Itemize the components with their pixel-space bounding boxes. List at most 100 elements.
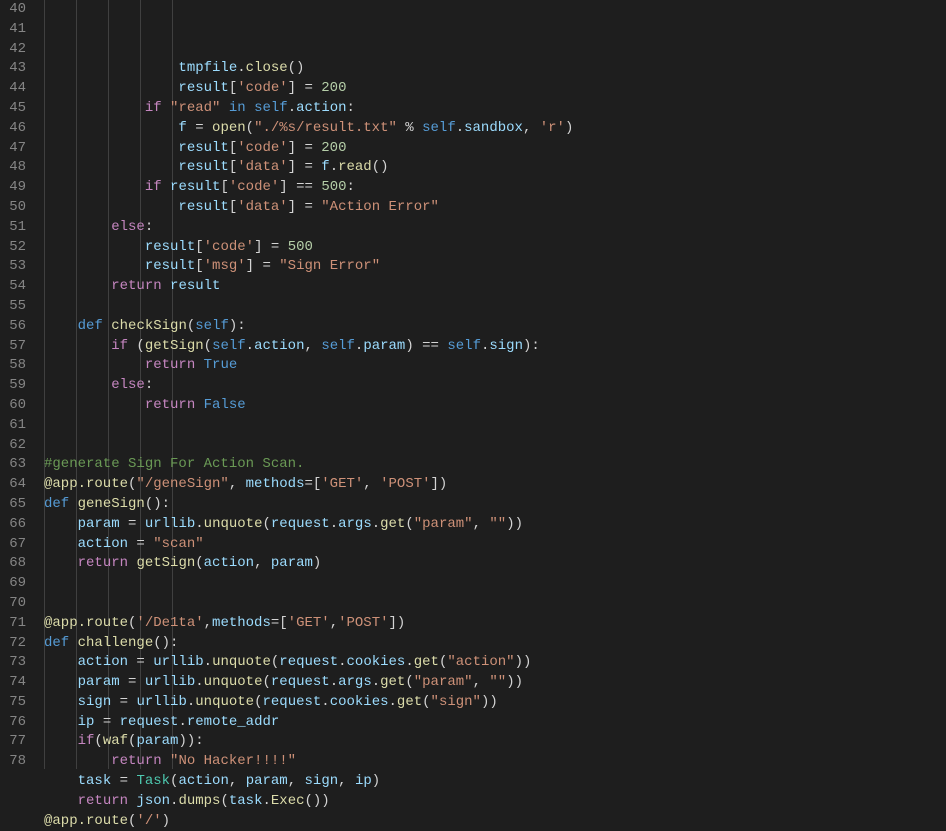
code-line[interactable]: ip = request.remote_addr bbox=[44, 713, 946, 733]
token-str: "param" bbox=[414, 674, 473, 690]
line-number: 57 bbox=[0, 337, 26, 357]
code-line[interactable]: if result['code'] == 500: bbox=[44, 178, 946, 198]
line-number: 67 bbox=[0, 535, 26, 555]
code-line[interactable]: else: bbox=[44, 218, 946, 238]
token-plain bbox=[162, 100, 170, 116]
code-line[interactable]: return getSign(action, param) bbox=[44, 554, 946, 574]
line-number: 58 bbox=[0, 356, 26, 376]
code-line[interactable]: #generate Sign For Action Scan. bbox=[44, 455, 946, 475]
token-var: remote_addr bbox=[187, 714, 279, 730]
token-plain: . bbox=[372, 674, 380, 690]
code-line[interactable]: @app.route('/') bbox=[44, 812, 946, 831]
code-line[interactable]: return False bbox=[44, 396, 946, 416]
token-plain: ) bbox=[565, 120, 573, 136]
line-number: 66 bbox=[0, 515, 26, 535]
token-var: param bbox=[78, 674, 120, 690]
code-editor[interactable]: 4041424344454647484950515253545556575859… bbox=[0, 0, 946, 769]
code-line[interactable]: param = urllib.unquote(request.args.get(… bbox=[44, 673, 946, 693]
code-line[interactable]: if(waf(param)): bbox=[44, 732, 946, 752]
token-str: "./%s/result.txt" bbox=[254, 120, 397, 136]
code-line[interactable]: if (getSign(self.action, self.param) == … bbox=[44, 337, 946, 357]
token-str: "param" bbox=[414, 516, 473, 532]
line-number: 69 bbox=[0, 574, 26, 594]
token-plain bbox=[162, 278, 170, 294]
token-var: sandbox bbox=[464, 120, 523, 136]
code-line[interactable] bbox=[44, 436, 946, 456]
token-var: param bbox=[78, 516, 120, 532]
code-line[interactable]: result['data'] = f.read() bbox=[44, 158, 946, 178]
token-fn: @app.route bbox=[44, 813, 128, 829]
token-plain: , bbox=[473, 516, 490, 532]
token-str: 'code' bbox=[237, 80, 287, 96]
token-str: "Action Error" bbox=[321, 199, 439, 215]
token-plain: , bbox=[523, 120, 540, 136]
token-var: request bbox=[279, 654, 338, 670]
code-area[interactable]: tmpfile.close() result['code'] = 200 if … bbox=[44, 0, 946, 769]
token-kw2: return bbox=[111, 753, 161, 769]
line-number: 76 bbox=[0, 713, 26, 733]
token-var: action bbox=[296, 100, 346, 116]
token-plain: , bbox=[363, 476, 380, 492]
code-line[interactable]: return "No Hacker!!!!" bbox=[44, 752, 946, 772]
code-line[interactable]: result['code'] = 200 bbox=[44, 139, 946, 159]
code-line[interactable]: task = Task(action, param, sign, ip) bbox=[44, 772, 946, 792]
token-plain: . bbox=[262, 793, 270, 809]
code-line[interactable] bbox=[44, 416, 946, 436]
token-plain: = bbox=[111, 773, 136, 789]
token-plain bbox=[103, 318, 111, 334]
code-line[interactable]: param = urllib.unquote(request.args.get(… bbox=[44, 515, 946, 535]
token-var: action bbox=[204, 555, 254, 571]
line-number: 60 bbox=[0, 396, 26, 416]
code-line[interactable]: result['msg'] = "Sign Error" bbox=[44, 257, 946, 277]
token-plain: ( bbox=[195, 555, 203, 571]
code-line[interactable]: result['code'] = 200 bbox=[44, 79, 946, 99]
token-str: 'GET' bbox=[288, 615, 330, 631]
token-num: 200 bbox=[321, 140, 346, 156]
line-number: 42 bbox=[0, 40, 26, 60]
token-plain: [ bbox=[229, 140, 237, 156]
token-str: "No Hacker!!!!" bbox=[170, 753, 296, 769]
token-var: result bbox=[170, 278, 220, 294]
code-line[interactable]: sign = urllib.unquote(request.cookies.ge… bbox=[44, 693, 946, 713]
token-var: args bbox=[338, 516, 372, 532]
code-line[interactable]: f = open("./%s/result.txt" % self.sandbo… bbox=[44, 119, 946, 139]
token-plain: ( bbox=[187, 318, 195, 334]
code-line[interactable]: def checkSign(self): bbox=[44, 317, 946, 337]
token-plain: . bbox=[195, 516, 203, 532]
code-line[interactable]: action = urllib.unquote(request.cookies.… bbox=[44, 653, 946, 673]
token-var: urllib bbox=[153, 654, 203, 670]
code-line[interactable]: return True bbox=[44, 356, 946, 376]
line-number: 52 bbox=[0, 238, 26, 258]
code-line[interactable]: return result bbox=[44, 277, 946, 297]
token-plain bbox=[69, 496, 77, 512]
token-var: param bbox=[246, 773, 288, 789]
code-line[interactable]: else: bbox=[44, 376, 946, 396]
code-line[interactable]: def challenge(): bbox=[44, 634, 946, 654]
token-fn: getSign bbox=[145, 338, 204, 354]
code-line[interactable]: result['data'] = "Action Error" bbox=[44, 198, 946, 218]
code-line[interactable]: result['code'] = 500 bbox=[44, 238, 946, 258]
line-number: 50 bbox=[0, 198, 26, 218]
token-var: action bbox=[254, 338, 304, 354]
token-var: action bbox=[78, 536, 128, 552]
token-plain: , bbox=[305, 338, 322, 354]
token-kw2: return bbox=[78, 555, 128, 571]
code-line[interactable]: def geneSign(): bbox=[44, 495, 946, 515]
code-line[interactable]: return json.dumps(task.Exec()) bbox=[44, 792, 946, 812]
code-line[interactable]: tmpfile.close() bbox=[44, 59, 946, 79]
code-line[interactable] bbox=[44, 574, 946, 594]
code-line[interactable] bbox=[44, 297, 946, 317]
code-line[interactable] bbox=[44, 594, 946, 614]
token-fn: close bbox=[246, 60, 288, 76]
code-line[interactable]: @app.route('/De1ta',methods=['GET','POST… bbox=[44, 614, 946, 634]
token-self: self bbox=[422, 120, 456, 136]
token-var: urllib bbox=[145, 516, 195, 532]
token-plain: = bbox=[94, 714, 119, 730]
code-line[interactable]: action = "scan" bbox=[44, 535, 946, 555]
code-line[interactable]: @app.route("/geneSign", methods=['GET', … bbox=[44, 475, 946, 495]
token-var: result bbox=[145, 258, 195, 274]
token-var: sign bbox=[305, 773, 339, 789]
token-str: "Sign Error" bbox=[279, 258, 380, 274]
code-line[interactable]: if "read" in self.action: bbox=[44, 99, 946, 119]
token-var: request bbox=[262, 694, 321, 710]
